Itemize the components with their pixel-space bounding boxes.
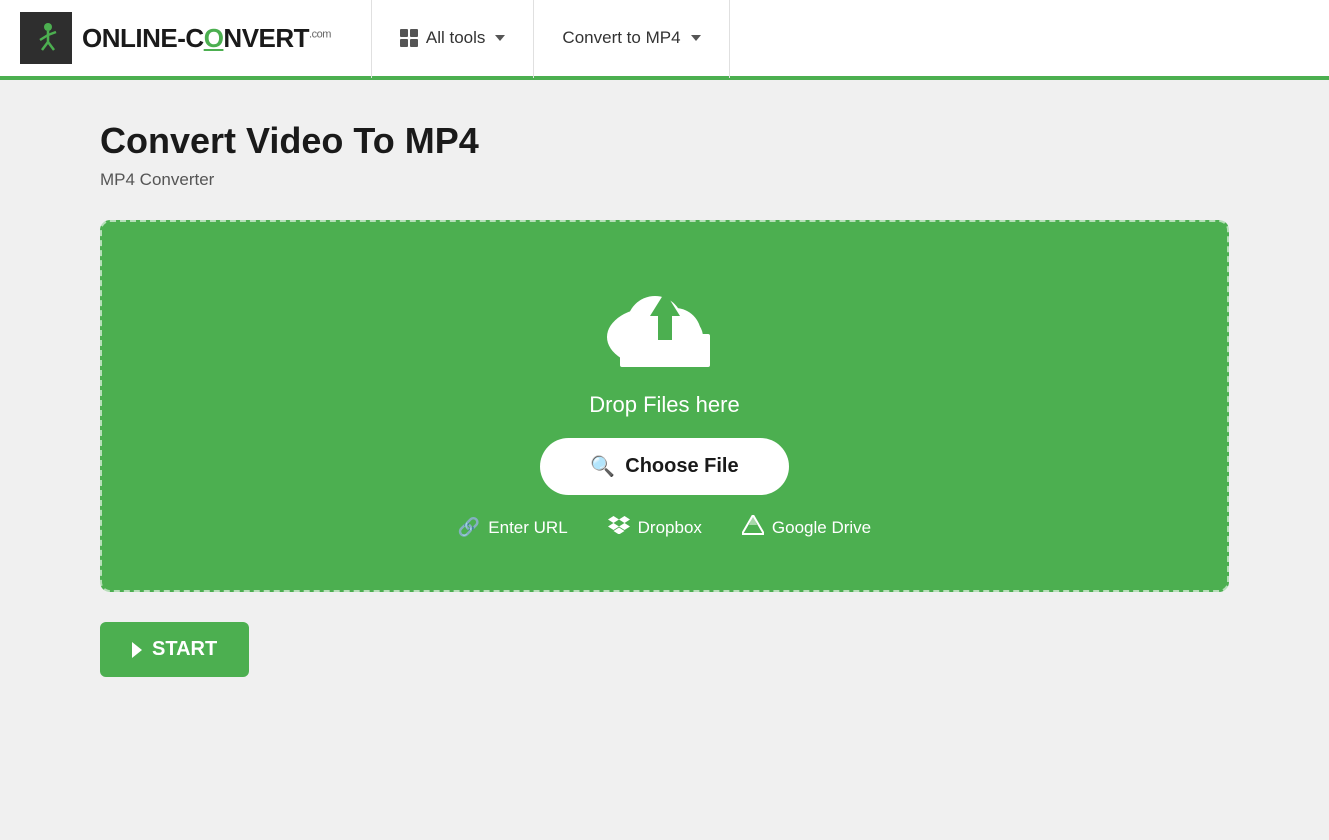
drop-files-text: Drop Files here (589, 392, 739, 418)
main-content: Convert Video To MP4 MP4 Converter Drop … (0, 80, 1329, 717)
page-title: Convert Video To MP4 (100, 120, 1229, 162)
grid-icon (400, 29, 418, 47)
nav-all-tools[interactable]: All tools (372, 0, 535, 78)
start-button[interactable]: START (100, 622, 249, 677)
chevron-down-icon (495, 35, 505, 41)
google-drive-label: Google Drive (772, 518, 871, 538)
dropbox-option[interactable]: Dropbox (608, 516, 702, 539)
enter-url-option[interactable]: 🔗 Enter URL (458, 517, 568, 538)
enter-url-label: Enter URL (488, 518, 567, 538)
chevron-down-icon-2 (691, 35, 701, 41)
nav-convert-to-mp4[interactable]: Convert to MP4 (534, 0, 729, 78)
cloud-upload-icon (600, 272, 730, 372)
nav-convert-label: Convert to MP4 (562, 28, 680, 48)
extra-options: 🔗 Enter URL Dropbox (458, 515, 871, 540)
google-drive-option[interactable]: Google Drive (742, 515, 871, 540)
link-icon: 🔗 (458, 517, 480, 538)
dropbox-label: Dropbox (638, 518, 702, 538)
dropbox-icon (608, 516, 630, 539)
upload-area[interactable]: Drop Files here 🔍 Choose File 🔗 Enter UR… (100, 220, 1229, 592)
google-drive-icon (742, 515, 764, 540)
header: ONLINE-CONVERT.com All tools Convert to … (0, 0, 1329, 80)
choose-file-button[interactable]: 🔍 Choose File (540, 438, 788, 495)
start-button-label: START (152, 638, 217, 661)
search-icon: 🔍 (590, 454, 615, 479)
page-subtitle: MP4 Converter (100, 170, 1229, 190)
logo-icon (20, 12, 72, 64)
chevron-right-icon (132, 642, 142, 658)
logo-area: ONLINE-CONVERT.com (20, 12, 331, 64)
choose-file-label: Choose File (625, 455, 738, 478)
logo-text: ONLINE-CONVERT.com (82, 23, 331, 54)
nav-all-tools-label: All tools (426, 28, 486, 48)
